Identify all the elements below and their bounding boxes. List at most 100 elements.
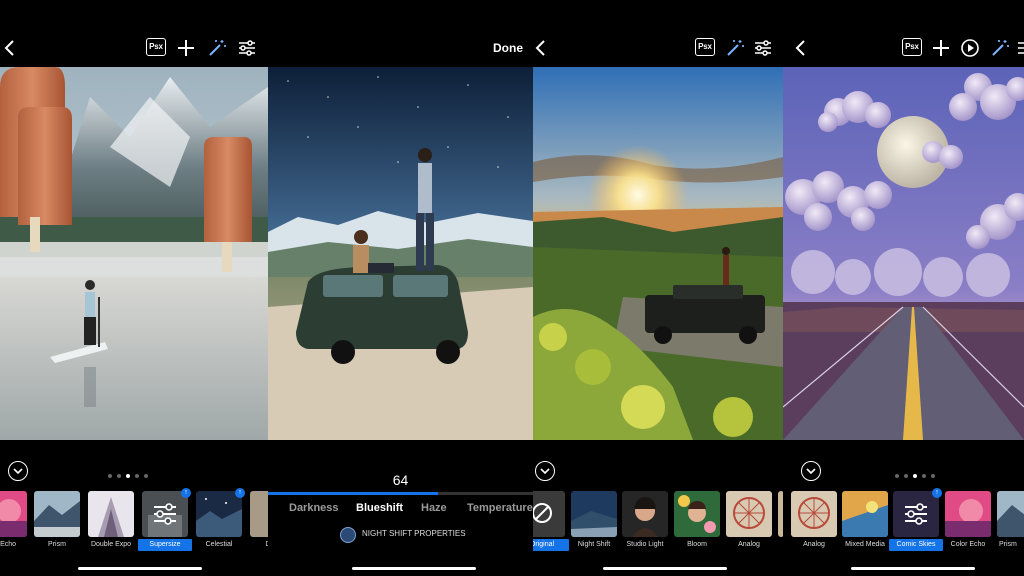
edited-photo-canvas[interactable] bbox=[783, 67, 1024, 440]
look-label: Original bbox=[533, 539, 569, 551]
properties-label: NIGHT SHIFT PROPERTIES bbox=[362, 529, 466, 538]
psx-button[interactable]: Psx bbox=[902, 38, 922, 56]
adjustments-sliders-icon[interactable] bbox=[237, 38, 257, 58]
screen-panel-2: Done 64 Darkness Blueshift Haze Temperat… bbox=[268, 0, 533, 576]
look-thumb-night-shift[interactable]: Night Shift bbox=[571, 491, 617, 551]
look-label: Analog bbox=[803, 541, 825, 548]
look-label: Supersize bbox=[138, 539, 192, 551]
look-thumb-supersize[interactable]: Supersize ↑ bbox=[138, 488, 192, 551]
look-label: Color Echo bbox=[950, 541, 986, 548]
look-thumb-original[interactable]: Original bbox=[533, 491, 569, 551]
home-indicator bbox=[78, 567, 202, 570]
collapse-chevron-button[interactable] bbox=[8, 461, 28, 481]
look-label: Prism bbox=[48, 541, 66, 548]
magic-wand-icon[interactable] bbox=[725, 38, 745, 58]
tab-darkness[interactable]: Darkness bbox=[289, 502, 339, 514]
looks-strip: or Echo Prism Double Expo Supersize ↑ Ce… bbox=[0, 488, 268, 551]
look-preview bbox=[997, 491, 1024, 537]
magic-wand-icon[interactable] bbox=[990, 38, 1010, 58]
looks-strip: Analog Mixed Media Comic Skies ↑ Color E… bbox=[783, 488, 1024, 551]
back-chevron-icon[interactable] bbox=[791, 38, 811, 58]
edited-photo-canvas[interactable] bbox=[268, 67, 533, 440]
look-label: Prism bbox=[999, 541, 1017, 548]
look-thumb-color-echo[interactable]: or Echo bbox=[0, 491, 27, 551]
look-preview bbox=[842, 491, 888, 537]
look-preview bbox=[533, 491, 565, 537]
look-label: Mixed Media bbox=[845, 541, 885, 548]
collapse-chevron-button[interactable] bbox=[535, 461, 555, 481]
look-thumb-dream[interactable]: Drea bbox=[250, 491, 268, 551]
pagination-dot[interactable] bbox=[922, 474, 926, 478]
magic-wand-icon[interactable] bbox=[207, 38, 227, 58]
look-thumb-analog[interactable]: Analog bbox=[791, 491, 837, 551]
look-thumb-double-expo[interactable]: Double Expo bbox=[88, 491, 134, 551]
intensity-slider-fill bbox=[268, 492, 438, 495]
play-icon[interactable] bbox=[960, 38, 980, 58]
home-indicator bbox=[603, 567, 727, 570]
look-thumb-mixed-media[interactable]: Mixed Media bbox=[842, 491, 888, 551]
look-preview bbox=[88, 491, 134, 537]
look-label: Double Expo bbox=[90, 541, 132, 548]
looks-strip: Original Night Shift Studio Light Bloom … bbox=[533, 491, 783, 551]
move-crosshair-icon[interactable] bbox=[931, 38, 951, 58]
look-preview bbox=[250, 491, 268, 537]
top-toolbar: Psx bbox=[0, 0, 268, 67]
tab-blueshift[interactable]: Blueshift bbox=[356, 502, 403, 514]
back-chevron-icon[interactable] bbox=[0, 38, 20, 58]
look-thumb-studio-light[interactable]: Studio Light bbox=[622, 491, 668, 551]
look-label: Studio Light bbox=[626, 541, 664, 548]
look-preview bbox=[945, 491, 991, 537]
pagination-dot[interactable] bbox=[108, 474, 112, 478]
pagination-dot[interactable] bbox=[117, 474, 121, 478]
premium-badge-icon: ↑ bbox=[181, 488, 191, 498]
look-thumb-prism[interactable]: Prism bbox=[997, 491, 1024, 551]
look-thumb-prism[interactable]: Prism bbox=[34, 491, 80, 551]
screen-panel-1: Psx Echo Prism Double Expo Supersize ↑ C… bbox=[0, 0, 268, 576]
look-label: Celestial bbox=[205, 541, 233, 548]
slider-value: 64 bbox=[392, 472, 409, 488]
top-toolbar: Psx bbox=[533, 0, 783, 67]
look-thumb-analog[interactable]: Analog bbox=[726, 491, 772, 551]
look-thumb-celestial[interactable]: Celestial ↑ bbox=[196, 488, 245, 551]
move-crosshair-icon[interactable] bbox=[176, 38, 196, 58]
pagination-dot[interactable] bbox=[913, 474, 917, 478]
screen-panel-3: Psx riginal Night Shift Studio Light Blo… bbox=[533, 0, 783, 576]
look-label: Bloom bbox=[687, 541, 707, 548]
look-label: or Echo bbox=[0, 541, 17, 548]
adjustments-sliders-icon[interactable] bbox=[1016, 38, 1024, 58]
look-preview bbox=[791, 491, 837, 537]
look-label: Comic Skies bbox=[889, 539, 943, 551]
premium-badge-icon: ↑ bbox=[932, 488, 942, 498]
psx-button[interactable]: Psx bbox=[695, 38, 715, 56]
psx-button[interactable]: Psx bbox=[146, 38, 166, 56]
look-label: Analog bbox=[738, 541, 760, 548]
premium-badge-icon: ↑ bbox=[235, 488, 245, 498]
collapse-chevron-button[interactable] bbox=[801, 461, 821, 481]
look-preview bbox=[726, 491, 772, 537]
look-thumb-comic-skies[interactable]: Comic Skies ↑ bbox=[889, 488, 943, 551]
look-label: Night Shift bbox=[577, 541, 611, 548]
pagination-dot[interactable] bbox=[904, 474, 908, 478]
back-chevron-icon[interactable] bbox=[533, 38, 551, 58]
adjustments-sliders-icon[interactable] bbox=[753, 38, 773, 58]
tab-haze[interactable]: Haze bbox=[421, 502, 447, 514]
look-preview bbox=[196, 491, 242, 537]
top-toolbar: Psx bbox=[783, 0, 1024, 67]
tab-temperature[interactable]: Temperature bbox=[467, 502, 533, 514]
looks-pagination bbox=[108, 474, 148, 478]
pagination-dot[interactable] bbox=[135, 474, 139, 478]
intensity-slider-track[interactable] bbox=[268, 492, 533, 495]
look-thumb-bloom[interactable]: Bloom bbox=[674, 491, 720, 551]
look-thumb-color-echo[interactable]: Color Echo bbox=[945, 491, 991, 551]
pagination-dot[interactable] bbox=[895, 474, 899, 478]
edited-photo-canvas[interactable] bbox=[533, 67, 783, 440]
home-indicator bbox=[352, 567, 476, 570]
done-button[interactable]: Done bbox=[493, 41, 523, 55]
pagination-dot[interactable] bbox=[144, 474, 148, 478]
pagination-dot[interactable] bbox=[126, 474, 130, 478]
home-indicator bbox=[851, 567, 975, 570]
edited-photo-canvas[interactable] bbox=[0, 67, 268, 440]
pagination-dot[interactable] bbox=[931, 474, 935, 478]
screen-panel-4: Psx Analog Mixed Media Comic Skies ↑ Col… bbox=[783, 0, 1024, 576]
look-preview bbox=[0, 491, 27, 537]
